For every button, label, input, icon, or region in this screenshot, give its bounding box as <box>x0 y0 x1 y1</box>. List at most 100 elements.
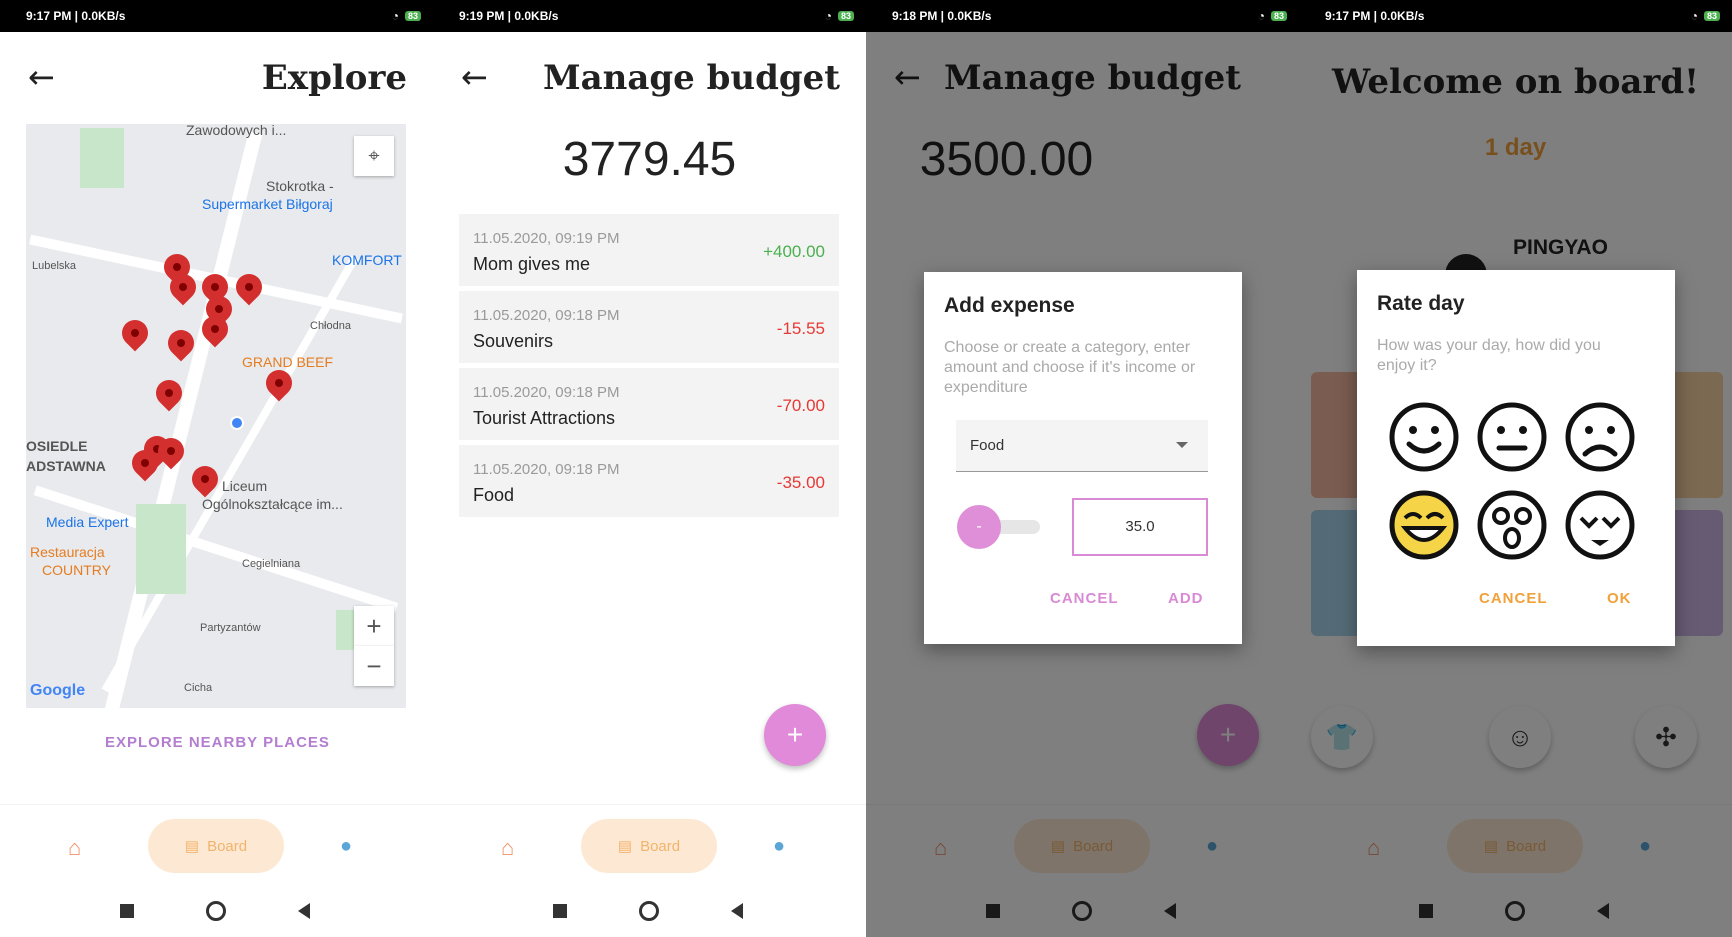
back-system-icon[interactable] <box>298 903 310 919</box>
amount-input[interactable]: 35.0 <box>1072 498 1208 556</box>
map-label: Chłodna <box>310 320 351 332</box>
transaction-date: 11.05.2020, 09:18 PM <box>473 384 620 401</box>
wifi-icon: ◔ <box>1257 9 1265 23</box>
home-system-icon[interactable] <box>639 901 659 921</box>
income-expense-toggle[interactable]: - <box>957 505 1001 549</box>
wifi-icon: ◔ <box>391 9 399 23</box>
back-arrow-icon[interactable]: ← <box>28 58 55 96</box>
chevron-down-icon <box>1176 442 1188 448</box>
recents-icon[interactable] <box>120 904 134 918</box>
map-label: Cicha <box>184 682 213 694</box>
transaction-amount: +400.00 <box>763 242 825 261</box>
map-label: Ogólnokształcące im... <box>202 496 343 512</box>
amount-value: 35.0 <box>1125 518 1155 535</box>
status-bar: 9:17 PM | 0.0KB/s ◔ 83 <box>1299 0 1732 32</box>
cancel-button[interactable]: CANCEL <box>1479 590 1548 607</box>
battery-icon: 83 <box>1703 11 1720 21</box>
category-select[interactable]: Food <box>956 420 1208 472</box>
transaction-name: Souvenirs <box>473 331 554 351</box>
map-label: Supermarket Biłgoraj <box>202 196 333 212</box>
home-icon[interactable]: ⌂ <box>68 835 81 861</box>
nav-board-tab[interactable]: ▤ Board <box>581 819 717 873</box>
header: ← Manage budget <box>433 52 866 108</box>
transaction-date: 11.05.2020, 09:18 PM <box>473 307 620 324</box>
wifi-icon: ◔ <box>824 9 832 23</box>
back-system-icon[interactable] <box>731 903 743 919</box>
locate-me-icon[interactable]: ⌖ <box>354 136 394 176</box>
bottom-nav: ⌂ ▤ Board ● <box>0 804 433 884</box>
map-label: KOMFORT <box>332 252 402 268</box>
dialog-title: Rate day <box>1377 292 1465 315</box>
ok-button[interactable]: OK <box>1607 590 1632 607</box>
bottom-nav: ⌂ ▤ Board ● <box>433 804 866 884</box>
category-value: Food <box>970 437 1005 454</box>
transaction-row[interactable]: 11.05.2020, 09:18 PM Food -35.00 <box>459 445 839 517</box>
home-system-icon[interactable] <box>206 901 226 921</box>
header: ← Explore <box>0 52 433 108</box>
status-time: 9:18 PM | 0.0KB/s <box>892 9 992 23</box>
profile-icon[interactable]: ● <box>773 835 785 858</box>
surprised-face-icon[interactable] <box>1475 488 1549 562</box>
clipboard-icon: ▤ <box>617 838 633 855</box>
transaction-row[interactable]: 11.05.2020, 09:18 PM Tourist Attractions… <box>459 368 839 440</box>
transaction-amount: -35.00 <box>776 473 825 492</box>
my-location-dot <box>230 416 244 430</box>
transaction-name: Tourist Attractions <box>473 408 616 428</box>
nav-board-tab[interactable]: ▤ Board <box>148 819 284 873</box>
map-label: Lubelska <box>32 260 77 272</box>
battery-icon: 83 <box>404 11 421 21</box>
recents-icon[interactable] <box>553 904 567 918</box>
map-label: Cegielniana <box>242 558 301 570</box>
map-view[interactable]: Zawodowych i... Stokrotka - Supermarket … <box>26 124 406 708</box>
map-marker[interactable] <box>230 268 268 306</box>
map-label: Media Expert <box>46 514 129 530</box>
explore-nearby-button[interactable]: EXPLORE NEARBY PLACES <box>105 734 330 751</box>
home-icon[interactable]: ⌂ <box>501 835 514 861</box>
cancel-button[interactable]: CANCEL <box>1050 590 1119 607</box>
happy-face-icon[interactable] <box>1387 400 1461 474</box>
status-time: 9:19 PM | 0.0KB/s <box>459 9 559 23</box>
zoom-in-button[interactable]: + <box>354 606 394 646</box>
dialog-description: Choose or create a category, enter amoun… <box>944 339 1196 396</box>
budget-screen: 9:19 PM | 0.0KB/s ◔ 83 ← Manage budget 37… <box>433 0 866 937</box>
rate-day-dialog: Rate day How was your day, how did you e… <box>1357 270 1675 646</box>
neutral-face-icon[interactable] <box>1475 400 1549 474</box>
map-label: Stokrotka - <box>266 178 334 194</box>
transaction-amount: -70.00 <box>776 396 825 415</box>
battery-icon: 83 <box>837 11 854 21</box>
dialog-description: How was your day, how did you enjoy it? <box>1377 337 1601 374</box>
status-bar: 9:17 PM | 0.0KB/s ◔ 83 <box>0 0 433 32</box>
map-label: ADSTAWNA <box>26 458 106 474</box>
add-transaction-button[interactable]: + <box>764 704 826 766</box>
sad-face-icon[interactable] <box>1563 400 1637 474</box>
map-marker[interactable] <box>116 314 154 352</box>
laughing-face-icon[interactable] <box>1387 488 1461 562</box>
status-time: 9:17 PM | 0.0KB/s <box>26 9 126 23</box>
transaction-date: 11.05.2020, 09:18 PM <box>473 461 620 478</box>
page-title: Explore <box>261 58 407 98</box>
page-title: Manage budget <box>542 58 840 98</box>
map-park <box>136 504 186 594</box>
transaction-name: Mom gives me <box>473 254 591 274</box>
transaction-row[interactable]: 11.05.2020, 09:18 PM Souvenirs -15.55 <box>459 291 839 363</box>
map-label: Partyzantów <box>200 622 261 634</box>
profile-icon[interactable]: ● <box>340 835 352 858</box>
add-expense-screen: 9:18 PM | 0.0KB/s ◔83 ← Manage budget 35… <box>866 0 1299 937</box>
explore-screen: 9:17 PM | 0.0KB/s ◔ 83 ← Explore Zawodowy… <box>0 0 433 937</box>
add-button[interactable]: ADD <box>1168 590 1204 607</box>
map-label: COUNTRY <box>42 562 111 578</box>
map-label: Liceum <box>222 478 268 494</box>
status-bar: 9:19 PM | 0.0KB/s ◔ 83 <box>433 0 866 32</box>
sleepy-face-icon[interactable] <box>1563 488 1637 562</box>
wifi-icon: ◔ <box>1690 9 1698 23</box>
transaction-name: Food <box>473 485 515 505</box>
system-nav <box>0 884 433 937</box>
board-label: Board <box>640 837 681 855</box>
transaction-date: 11.05.2020, 09:19 PM <box>473 230 620 247</box>
map-label: GRAND BEEF <box>242 354 334 370</box>
transaction-row[interactable]: 11.05.2020, 09:19 PM Mom gives me +400.0… <box>459 214 839 286</box>
zoom-out-button[interactable]: − <box>354 646 394 686</box>
status-bar: 9:18 PM | 0.0KB/s ◔ 83 <box>866 0 1299 32</box>
battery-icon: 83 <box>1270 11 1287 21</box>
back-arrow-icon[interactable]: ← <box>461 58 488 96</box>
